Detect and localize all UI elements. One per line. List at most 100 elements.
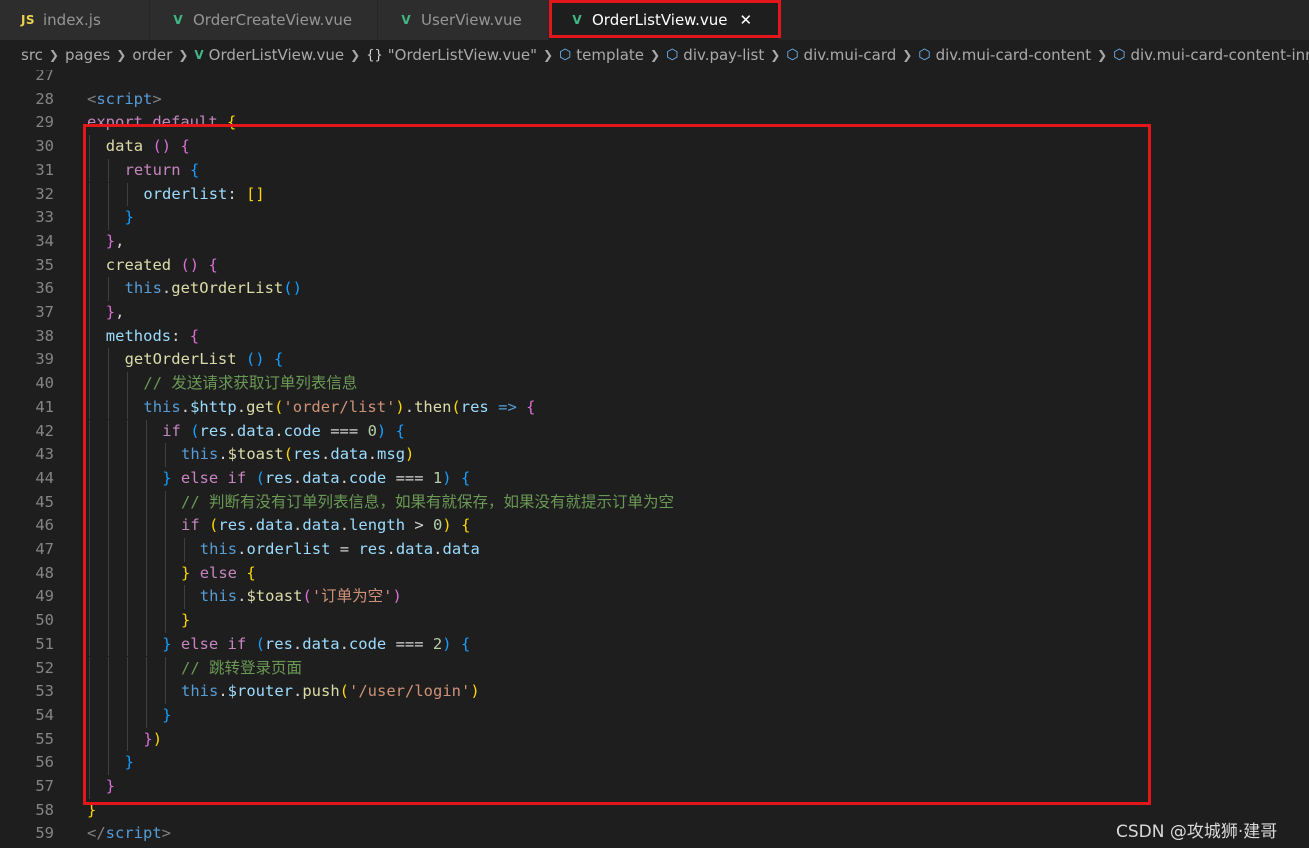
indent-guide — [146, 538, 147, 562]
code-token: ) — [470, 682, 480, 701]
code-token: { — [460, 468, 471, 487]
code-token: } — [124, 208, 134, 227]
code-token: > — [152, 89, 162, 108]
breadcrumb-item[interactable]: ⬡ div.mui-card-content-inne — [1113, 46, 1309, 64]
code-text: this.orderlist = res.data.data — [200, 538, 480, 562]
breadcrumb-item[interactable]: ⬡ div.pay-list — [666, 46, 764, 64]
code-line: 52 // 跳转登录页面 — [0, 656, 1309, 681]
code-editor[interactable]: 27 28 <script> 29 export default {30 data () … — [0, 70, 1309, 848]
code-token: 1 — [432, 468, 443, 487]
indent-guide — [89, 585, 90, 610]
code-token: { — [461, 516, 471, 535]
code-token: } — [162, 468, 172, 487]
indent-guide — [108, 395, 109, 420]
line-number: 43 — [35, 445, 54, 464]
indent-guide — [108, 182, 109, 207]
chevron-right-icon: ❯ — [178, 48, 189, 62]
code-text: }, — [106, 301, 125, 325]
tab-orderlistview-vue[interactable]: V OrderListView.vue ✕ — [549, 0, 779, 40]
breadcrumb-item[interactable]: pages — [65, 46, 110, 64]
breadcrumb-item[interactable]: ⬡ template — [559, 46, 644, 64]
code-text: } else if (res.data.code === 1) { — [162, 467, 470, 491]
code-text: this.$toast(res.data.msg) — [181, 443, 414, 467]
code-token: length — [349, 516, 406, 535]
breadcrumb-label: "OrderListView.vue" — [387, 46, 537, 64]
code-line: 38 methods: { — [0, 324, 1309, 349]
code-token: . — [274, 421, 284, 440]
code-token: this — [181, 682, 219, 701]
code-text: </script> — [87, 822, 171, 846]
code-line: 33} — [0, 206, 1309, 230]
code-token: $toast — [246, 587, 303, 606]
breadcrumb-item[interactable]: ⬡ div.mui-card-content — [918, 46, 1091, 64]
code-token: ( — [451, 397, 461, 416]
code-token: export — [87, 113, 143, 132]
tab-index-js[interactable]: JS index.js — [0, 0, 150, 40]
breadcrumb-label: src — [21, 46, 43, 64]
indent-guide — [146, 443, 147, 467]
breadcrumb-item[interactable]: src — [21, 46, 43, 64]
code-token: . — [236, 397, 247, 416]
code-line: 44 } else if (res.data.code === 1) { — [0, 466, 1309, 491]
indent-guide — [127, 538, 128, 562]
code-line: 42 if (res.data.code === 0) { — [0, 419, 1309, 444]
code-token: } — [162, 705, 172, 724]
code-token: created — [105, 255, 172, 274]
breadcrumb-label: order — [132, 46, 173, 64]
code-line: 30 data () { — [0, 135, 1309, 159]
code-token: res — [218, 516, 247, 535]
object-braces-icon: {} — [366, 47, 383, 63]
line-number: 36 — [35, 279, 54, 298]
indent-guide — [127, 727, 128, 752]
line-number: 47 — [35, 540, 54, 558]
indent-guide — [127, 680, 128, 704]
tab-ordercreateview-vue[interactable]: V OrderCreateView.vue — [150, 0, 378, 40]
breadcrumb-item[interactable]: ⬡ div.mui-card — [786, 46, 896, 64]
breadcrumb-item[interactable]: V OrderListView.vue — [194, 46, 344, 64]
breadcrumb-item[interactable]: order — [132, 46, 172, 64]
tab-label: OrderListView.vue — [592, 11, 728, 29]
tab-userview-vue[interactable]: V UserView.vue — [378, 0, 549, 40]
code-token: ( — [302, 587, 312, 606]
code-token: === — [320, 421, 368, 440]
code-token: </ — [87, 824, 106, 843]
indent-guide — [165, 561, 166, 586]
code-token: . — [227, 421, 237, 440]
code-token: data — [442, 540, 480, 558]
code-line: 54} — [0, 703, 1309, 728]
cube-icon: ⬡ — [918, 47, 931, 63]
code-token: ) — [405, 445, 415, 464]
line-number: 32 — [35, 184, 54, 203]
indent-guide — [89, 324, 90, 349]
code-token: . — [339, 468, 349, 487]
indent-guide — [127, 514, 128, 538]
code-token: res — [460, 397, 489, 416]
code-line: 31 return { — [0, 158, 1309, 183]
line-number: 41 — [35, 397, 54, 416]
indent-guide — [146, 561, 147, 586]
indent-guide — [127, 703, 128, 728]
indent-guide — [108, 751, 109, 775]
code-line: 34}, — [0, 229, 1309, 254]
line-number: 35 — [35, 255, 54, 274]
code-token: res — [264, 634, 293, 653]
code-token: if — [227, 634, 247, 653]
line-number: 40 — [35, 374, 54, 393]
breadcrumb-item[interactable]: {} "OrderListView.vue" — [366, 46, 537, 64]
code-token: ) — [442, 468, 452, 487]
code-token: 2 — [432, 634, 443, 653]
close-icon[interactable]: ✕ — [739, 11, 752, 29]
line-number: 44 — [35, 468, 54, 487]
code-token: { — [246, 563, 256, 582]
code-token: methods — [105, 326, 172, 345]
indent-guide — [127, 632, 128, 657]
indent-guide — [89, 277, 90, 301]
